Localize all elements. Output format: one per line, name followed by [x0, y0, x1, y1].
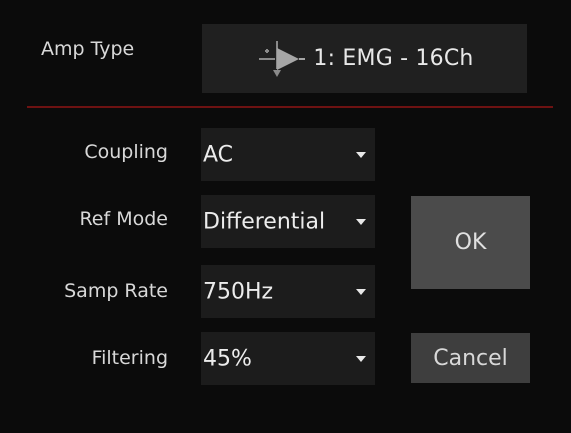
chevron-down-icon [356, 218, 366, 225]
ref-mode-select[interactable]: Differential [201, 195, 375, 248]
section-divider [27, 106, 553, 108]
coupling-select[interactable]: AC [201, 128, 375, 181]
cancel-button[interactable]: Cancel [411, 333, 530, 383]
ref-mode-label: Ref Mode [79, 208, 168, 230]
amp-type-button[interactable]: 1: EMG - 16Ch [202, 24, 527, 93]
ref-mode-value: Differential [203, 209, 326, 234]
ok-button[interactable]: OK [411, 196, 530, 289]
coupling-value: AC [203, 142, 234, 167]
samp-rate-value: 750Hz [203, 279, 274, 304]
filtering-label: Filtering [91, 347, 168, 369]
amp-settings-dialog: Amp Type 1: EMG - 16Ch Coupling AC Ref M… [0, 0, 571, 433]
amp-type-label: Amp Type [41, 38, 135, 60]
chevron-down-icon [356, 288, 366, 295]
samp-rate-label: Samp Rate [64, 280, 168, 302]
coupling-label: Coupling [84, 141, 168, 163]
samp-rate-select[interactable]: 750Hz [201, 265, 375, 318]
amplifier-icon [255, 37, 307, 81]
amp-type-value: 1: EMG - 16Ch [313, 46, 474, 71]
filtering-select[interactable]: 45% [201, 332, 375, 385]
chevron-down-icon [356, 151, 366, 158]
chevron-down-icon [356, 355, 366, 362]
filtering-value: 45% [203, 346, 252, 371]
